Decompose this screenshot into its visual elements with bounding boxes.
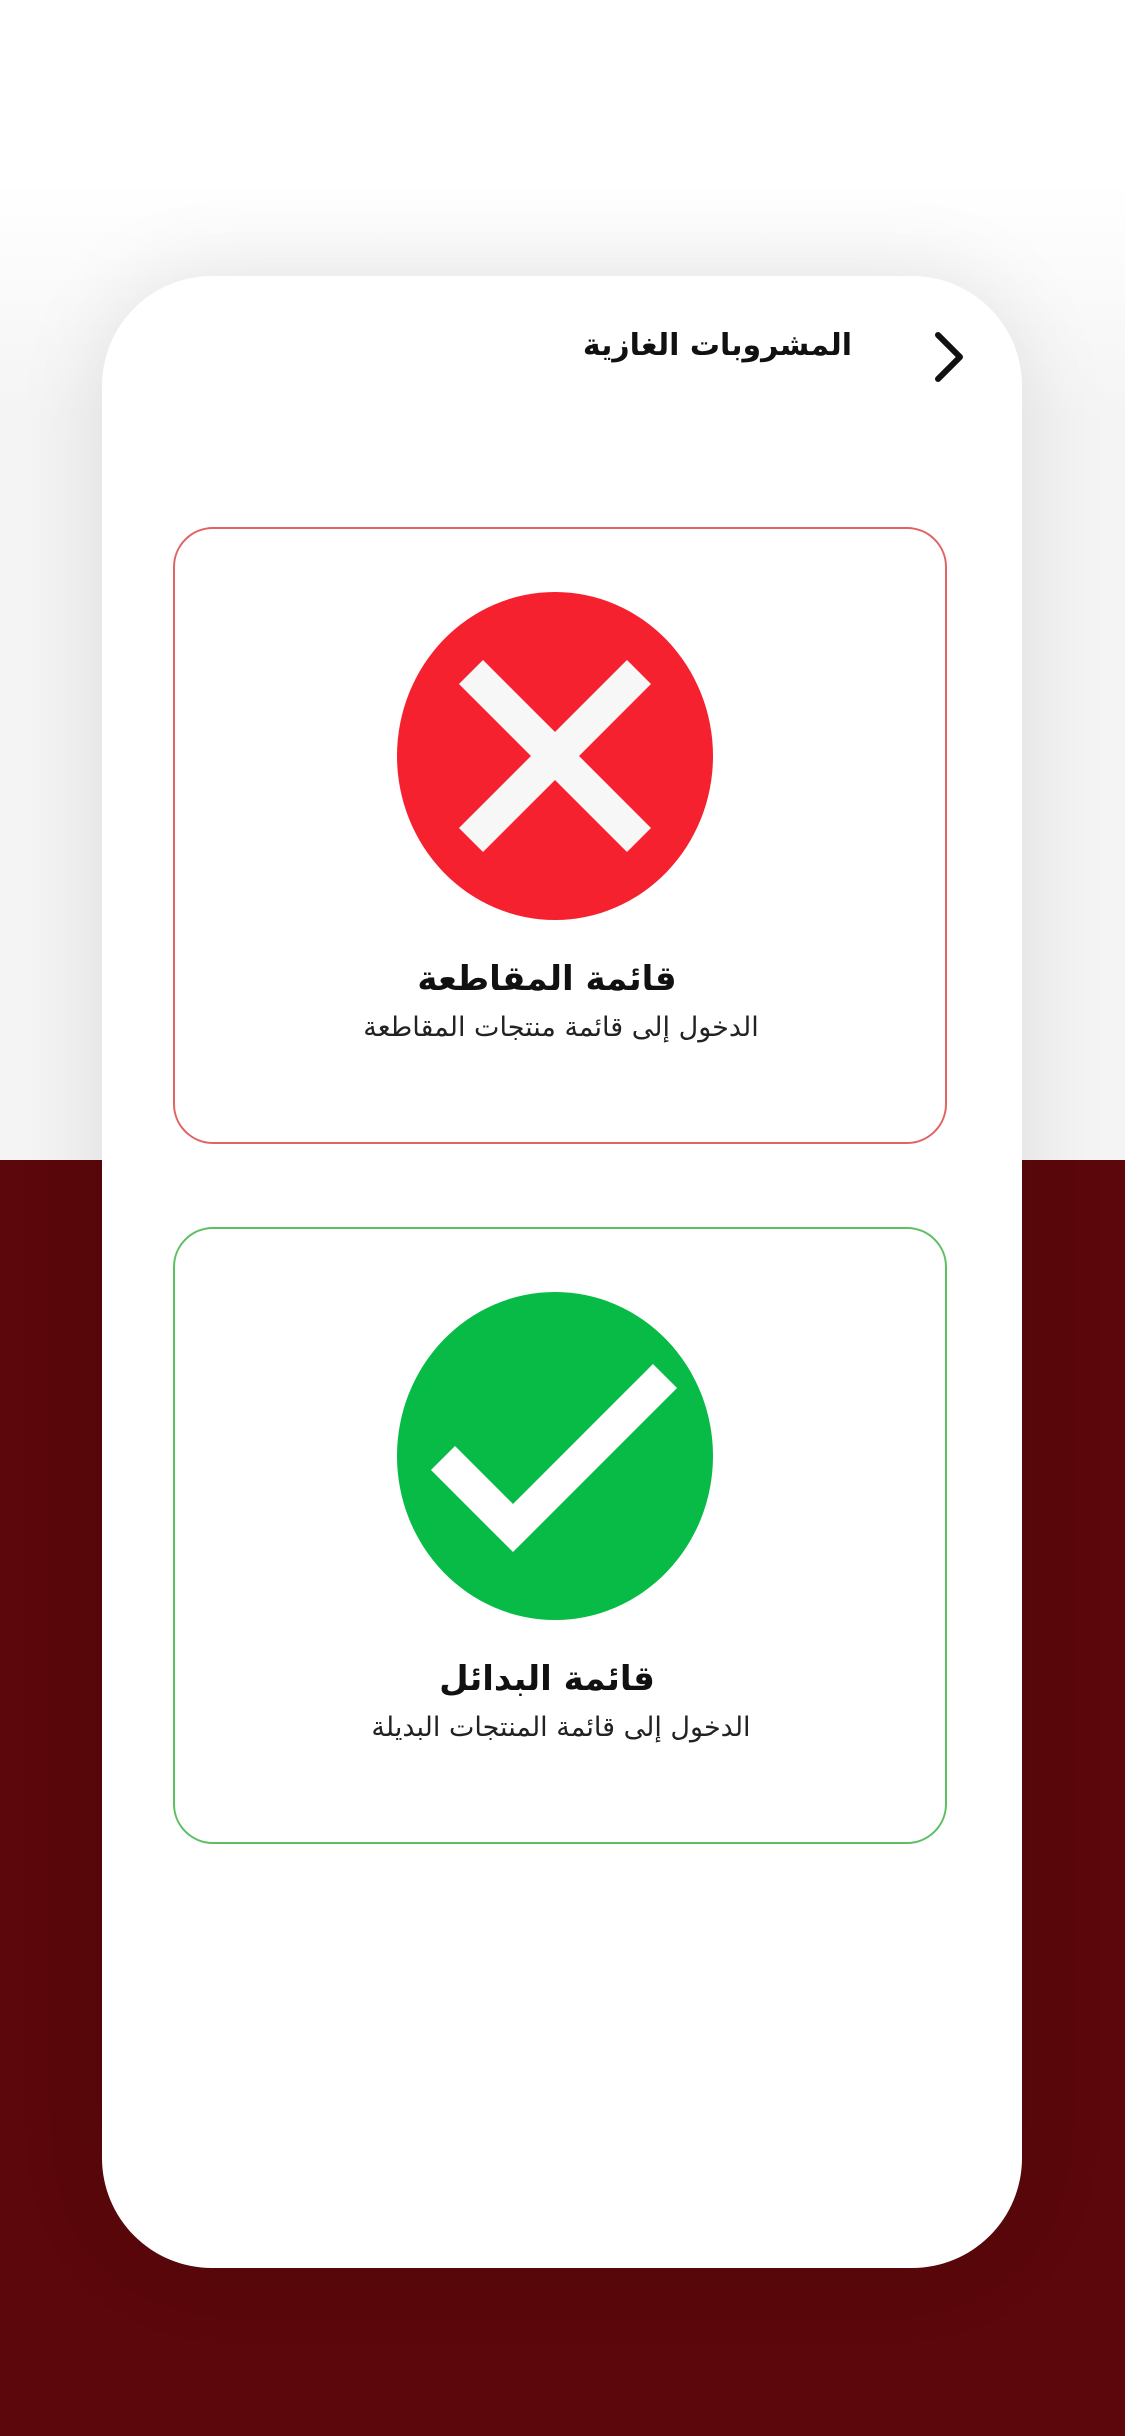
boycott-list-title: قائمة المقاطعة: [417, 959, 677, 999]
app-screen: المشروبات الغازية قائمة المقاطعة الدخول …: [102, 276, 1022, 2268]
check-mark-icon: [430, 1363, 678, 1553]
x-mark-icon: [458, 659, 652, 853]
page-background: المشروبات الغازية قائمة المقاطعة الدخول …: [0, 0, 1125, 2436]
boycott-list-subtitle: الدخول إلى قائمة منتجات المقاطعة: [363, 1012, 759, 1043]
boycott-list-card[interactable]: قائمة المقاطعة الدخول إلى قائمة منتجات ا…: [173, 527, 947, 1144]
page-title: المشروبات الغازية: [582, 328, 852, 363]
alternatives-list-title: قائمة البدائل: [439, 1659, 655, 1699]
alternatives-list-subtitle: الدخول إلى قائمة المنتجات البديلة: [371, 1712, 751, 1743]
alternatives-list-card[interactable]: قائمة البدائل الدخول إلى قائمة المنتجات …: [173, 1227, 947, 1844]
header: المشروبات الغازية: [102, 276, 1022, 426]
back-button[interactable]: [914, 322, 984, 392]
chevron-right-icon: [935, 332, 963, 382]
x-circle-icon: [397, 592, 713, 920]
check-circle-icon: [397, 1292, 713, 1620]
